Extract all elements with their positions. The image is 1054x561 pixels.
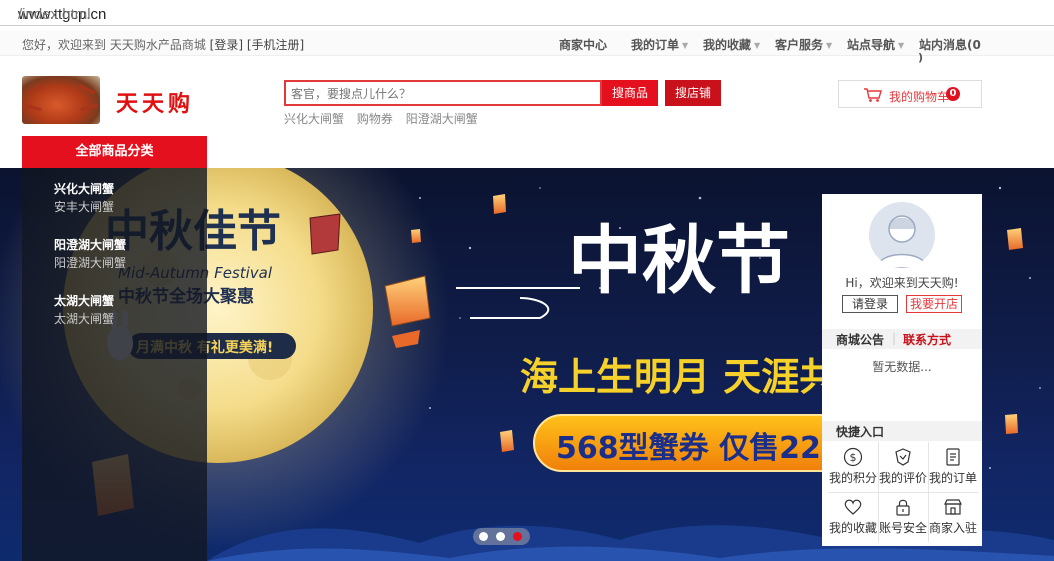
register-link[interactable]: [手机注册] [247, 38, 304, 52]
slide-dot[interactable] [479, 532, 488, 541]
lock-icon [896, 499, 910, 516]
clipboard-icon [946, 448, 960, 466]
search-box[interactable] [284, 80, 602, 106]
banner-poem: 海上生明月 天涯共 [520, 355, 837, 399]
chevron-down-icon: ▼ [826, 41, 833, 50]
hot-word-link[interactable]: 兴化大闸蟹 [284, 112, 344, 126]
nav-site-messages[interactable]: 站内消息(0 [919, 36, 981, 53]
nav-merchant-center[interactable]: 商家中心 [559, 36, 607, 53]
category-item[interactable]: 太湖大闸蟹 太湖大闸蟹 [54, 292, 114, 327]
nav-my-orders[interactable]: 我的订单 ▼ [631, 36, 688, 53]
nav-site-navigation[interactable]: 站点导航 ▼ [847, 36, 904, 53]
avatar [869, 202, 935, 268]
coin-icon: $ [843, 447, 863, 467]
chevron-down-icon: ▼ [682, 41, 689, 50]
category-title[interactable]: 太湖大闸蟹 [54, 292, 114, 309]
hot-search-words: 兴化大闸蟹 购物券 阳澄湖大闸蟹 [284, 110, 487, 127]
store-icon [944, 499, 962, 515]
category-sub-link[interactable]: 太湖大闸蟹 [54, 310, 114, 327]
quick-entry-grid: $ 我的积分 我的评价 我的订单 我的收藏 账号安全 商家入驻 [828, 442, 978, 542]
chevron-down-icon: ▼ [754, 41, 761, 50]
hot-word-link[interactable]: 阳澄湖大闸蟹 [406, 112, 478, 126]
login-button[interactable]: 请登录 [842, 295, 898, 313]
quick-link-reviews[interactable]: 我的评价 [878, 442, 928, 492]
quick-link-merchant-join[interactable]: 商家入驻 [928, 492, 978, 542]
quick-link-orders[interactable]: 我的订单 [928, 442, 978, 492]
user-silhouette-icon [876, 215, 928, 268]
open-shop-button[interactable]: 我要开店 [906, 295, 962, 313]
browser-address-bar[interactable]: www.ttgcp.cn/index.html [0, 0, 1054, 26]
top-bar: 您好，欢迎来到 天天购水产品商城 [登录] [手机注册] 商家中心 我的订单 ▼ … [0, 31, 1054, 64]
logo-crab-image[interactable] [22, 76, 100, 124]
user-panel: Hi，欢迎来到天天购! 请登录 我要开店 商城公告 | 联系方式 暂无数据...… [822, 194, 982, 546]
category-panel: 兴化大闸蟹 安丰大闸蟹 阳澄湖大闸蟹 阳澄湖大闸蟹 太湖大闸蟹 太湖大闸蟹 [22, 168, 207, 561]
quick-entry-header: 快捷入口 [822, 421, 982, 441]
quick-link-points[interactable]: $ 我的积分 [828, 442, 878, 492]
welcome-greeting: Hi，欢迎来到天天购! [845, 276, 959, 290]
chevron-down-icon: ▼ [898, 41, 905, 50]
cart-button[interactable]: 我的购物车 0 [838, 80, 982, 108]
messages-close-paren: ) [918, 51, 924, 64]
search-input[interactable] [291, 85, 591, 103]
tab-divider: | [892, 331, 897, 345]
quick-link-security[interactable]: 账号安全 [878, 492, 928, 542]
heart-icon [844, 499, 862, 515]
category-title[interactable]: 阳澄湖大闸蟹 [54, 236, 126, 253]
notice-tabs: 商城公告 | 联系方式 [822, 329, 982, 349]
banner-pagination [473, 528, 530, 545]
cart-label: 我的购物车 [889, 90, 950, 104]
hot-word-link[interactable]: 购物券 [357, 112, 393, 126]
category-sub-link[interactable]: 安丰大闸蟹 [54, 198, 114, 215]
slide-dot[interactable] [496, 532, 505, 541]
cart-count-badge: 0 [946, 87, 960, 101]
search-shop-button[interactable]: 搜店铺 [665, 80, 721, 106]
no-data-text: 暂无数据... [872, 360, 932, 374]
nav-customer-service[interactable]: 客户服务 ▼ [775, 36, 832, 53]
all-categories-tab[interactable]: 全部商品分类 [22, 136, 207, 168]
banner-big-title: 中秋节 [568, 218, 790, 304]
search-goods-button[interactable]: 搜商品 [602, 80, 658, 106]
tab-announcements[interactable]: 商城公告 [836, 331, 884, 348]
welcome-text: 您好，欢迎来到 天天购水产品商城 [登录] [手机注册] [22, 38, 305, 52]
category-sub-link[interactable]: 阳澄湖大闸蟹 [54, 254, 126, 271]
nav-my-favorites[interactable]: 我的收藏 ▼ [703, 36, 760, 53]
logo-text[interactable]: 天天购 [116, 86, 194, 118]
slide-dot-active[interactable] [513, 532, 522, 541]
category-title[interactable]: 兴化大闸蟹 [54, 180, 114, 197]
category-item[interactable]: 兴化大闸蟹 安丰大闸蟹 [54, 180, 114, 215]
login-link[interactable]: [登录] [210, 38, 243, 52]
category-item[interactable]: 阳澄湖大闸蟹 阳澄湖大闸蟹 [54, 236, 126, 271]
badge-icon [895, 448, 911, 466]
cart-icon [864, 88, 882, 102]
quick-link-favorites[interactable]: 我的收藏 [828, 492, 878, 542]
tab-contact[interactable]: 联系方式 [903, 331, 951, 348]
svg-text:$: $ [850, 451, 857, 464]
banner-coupon-text: 568型蟹券 仅售22 [556, 431, 821, 466]
